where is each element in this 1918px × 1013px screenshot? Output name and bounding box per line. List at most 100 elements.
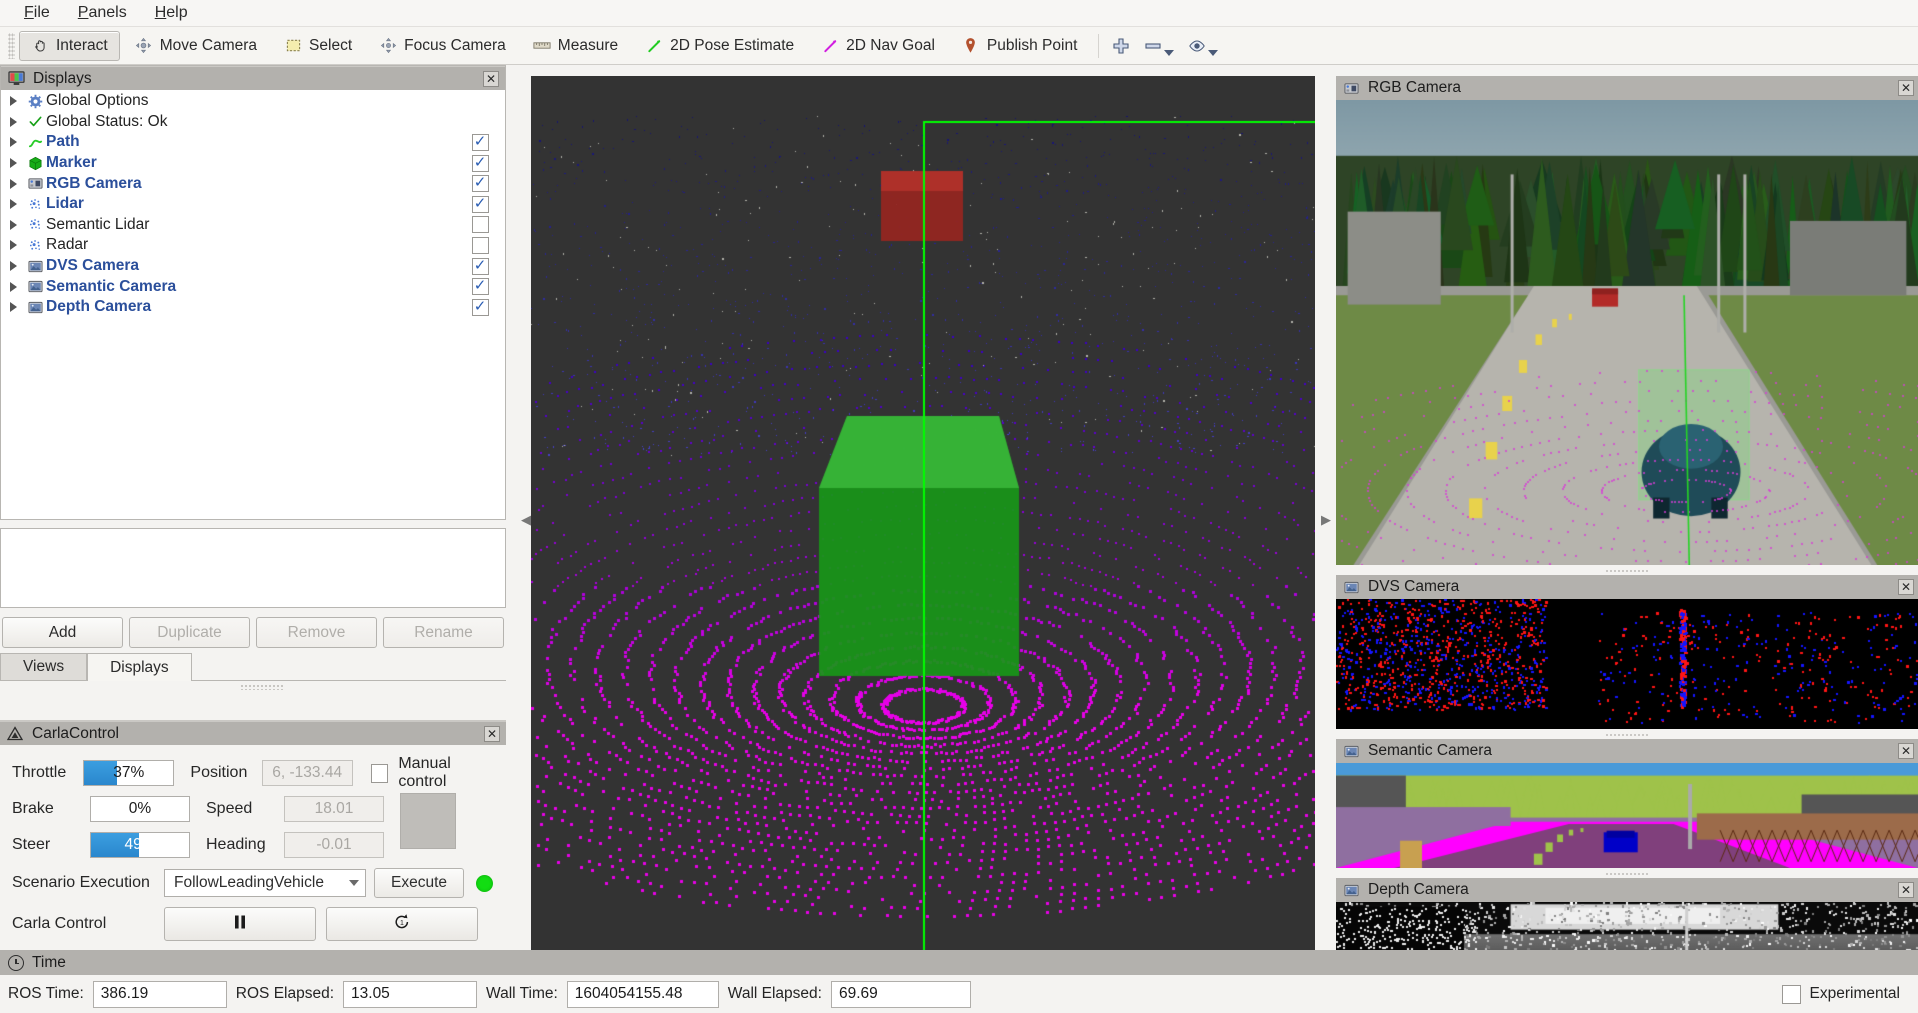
display-item-checkbox-cell[interactable]: ✓ bbox=[456, 298, 504, 316]
display-item-checkbox-cell[interactable]: ✓ bbox=[456, 154, 504, 172]
display-tree-item-lidar[interactable]: Lidar ✓ bbox=[2, 194, 504, 215]
expand-arrow-icon[interactable] bbox=[2, 219, 24, 230]
display-tree-item-global-options[interactable]: Global Options bbox=[2, 91, 504, 112]
pad-cell[interactable] bbox=[428, 821, 455, 848]
display-item-checkbox-cell[interactable]: ✓ bbox=[456, 257, 504, 275]
tool-measure[interactable]: Measure bbox=[521, 31, 630, 61]
camera-title: Semantic Camera bbox=[1368, 742, 1493, 759]
time-field-value[interactable]: 69.69 bbox=[830, 980, 971, 1008]
tool-publish-point[interactable]: Publish Point bbox=[950, 31, 1089, 61]
panel-tab-displays[interactable]: Displays bbox=[87, 653, 192, 681]
property-editor-box[interactable] bbox=[0, 528, 506, 608]
splitter-handle[interactable] bbox=[240, 684, 284, 690]
time-field-value[interactable]: 1604054155.48 bbox=[566, 980, 719, 1008]
expand-arrow-icon[interactable] bbox=[2, 116, 24, 127]
menu-file[interactable]: File bbox=[12, 1, 64, 26]
dock-splitter-handle[interactable] bbox=[1605, 567, 1649, 575]
chevron-down-icon[interactable] bbox=[1164, 49, 1175, 56]
display-item-checkbox-cell[interactable] bbox=[456, 236, 504, 254]
toolbar-grip[interactable] bbox=[8, 32, 15, 59]
close-icon[interactable]: ✕ bbox=[483, 70, 499, 87]
throttle-slider[interactable]: 37% bbox=[83, 760, 175, 786]
pad-cell[interactable] bbox=[401, 821, 428, 848]
expand-arrow-icon[interactable] bbox=[2, 240, 24, 251]
manual-control-checkbox[interactable] bbox=[370, 763, 389, 783]
chevron-down-icon[interactable] bbox=[1208, 49, 1219, 56]
tool-label: 2D Nav Goal bbox=[846, 36, 935, 54]
zoom-in-button[interactable] bbox=[1105, 31, 1137, 61]
panel-tab-views[interactable]: Views bbox=[0, 653, 88, 680]
time-field-label: ROS Time: bbox=[8, 985, 84, 1002]
pad-cell[interactable] bbox=[401, 794, 428, 821]
tool-label: 2D Pose Estimate bbox=[670, 36, 795, 54]
direction-pad[interactable] bbox=[400, 793, 456, 849]
expand-arrow-icon[interactable] bbox=[2, 302, 24, 313]
display-tree-item-semantic-camera[interactable]: Semantic Camera ✓ bbox=[2, 276, 504, 297]
add-button[interactable]: Add bbox=[2, 617, 123, 648]
pause-button[interactable] bbox=[164, 907, 316, 941]
rviz-3d-viewport[interactable] bbox=[531, 76, 1315, 950]
steer-slider[interactable]: 49% bbox=[90, 832, 190, 858]
scenario-select[interactable]: FollowLeadingVehicle bbox=[164, 869, 366, 897]
zoom-out-button[interactable] bbox=[1137, 31, 1181, 61]
pad-cell[interactable] bbox=[428, 794, 455, 821]
expand-arrow-icon[interactable] bbox=[2, 261, 24, 272]
display-enable-checkbox[interactable] bbox=[471, 216, 489, 234]
menu-panels[interactable]: Panels bbox=[66, 1, 141, 26]
experimental-checkbox[interactable] bbox=[1781, 984, 1801, 1004]
close-icon[interactable]: ✕ bbox=[484, 725, 500, 742]
dock-splitter-handle[interactable] bbox=[1605, 731, 1649, 739]
expand-arrow-icon[interactable] bbox=[2, 137, 24, 148]
expand-arrow-icon[interactable] bbox=[2, 158, 24, 169]
close-icon[interactable]: ✕ bbox=[1898, 882, 1914, 898]
close-icon[interactable]: ✕ bbox=[1898, 80, 1914, 96]
display-enable-checkbox[interactable]: ✓ bbox=[471, 278, 489, 296]
display-enable-checkbox[interactable]: ✓ bbox=[471, 133, 489, 151]
experimental-toggle-group: Experimental bbox=[1781, 984, 1910, 1004]
left-splitter-arrow[interactable]: ◀ bbox=[519, 505, 533, 535]
tool-select[interactable]: Select bbox=[272, 31, 364, 61]
display-enable-checkbox[interactable] bbox=[471, 236, 489, 254]
display-tree-item-dvs-camera[interactable]: DVS Camera ✓ bbox=[2, 256, 504, 277]
displays-dock-header: Displays ✕ bbox=[1, 66, 505, 90]
right-splitter-arrow[interactable]: ▶ bbox=[1319, 505, 1333, 535]
expand-arrow-icon[interactable] bbox=[2, 281, 24, 292]
tool-2d-nav-goal[interactable]: 2D Nav Goal bbox=[809, 31, 947, 61]
display-item-checkbox-cell[interactable]: ✓ bbox=[456, 195, 504, 213]
expand-arrow-icon[interactable] bbox=[2, 178, 24, 189]
visibility-button[interactable] bbox=[1181, 31, 1225, 61]
displays-tree[interactable]: Global Options Global Status: Ok Path ✓ Mark… bbox=[2, 91, 504, 518]
tool-move-camera[interactable]: Move Camera bbox=[123, 31, 269, 61]
display-item-checkbox-cell[interactable]: ✓ bbox=[456, 278, 504, 296]
experimental-label: Experimental bbox=[1809, 985, 1900, 1002]
display-enable-checkbox[interactable]: ✓ bbox=[471, 257, 489, 275]
time-field-value[interactable]: 13.05 bbox=[343, 980, 478, 1008]
display-tree-item-depth-camera[interactable]: Depth Camera ✓ bbox=[2, 297, 504, 318]
tool-interact[interactable]: Interact bbox=[19, 30, 120, 61]
display-enable-checkbox[interactable]: ✓ bbox=[471, 298, 489, 316]
display-tree-item-semantic-lidar[interactable]: Semantic Lidar bbox=[2, 215, 504, 236]
display-tree-item-radar[interactable]: Radar bbox=[2, 235, 504, 256]
tool-2d-pose-estimate[interactable]: 2D Pose Estimate bbox=[633, 31, 806, 61]
tool-focus-camera[interactable]: Focus Camera bbox=[367, 31, 518, 61]
display-item-checkbox-cell[interactable] bbox=[456, 216, 504, 234]
display-enable-checkbox[interactable]: ✓ bbox=[471, 195, 489, 213]
display-enable-checkbox[interactable]: ✓ bbox=[471, 175, 489, 193]
expand-arrow-icon[interactable] bbox=[2, 199, 24, 210]
display-tree-item-marker[interactable]: Marker ✓ bbox=[2, 153, 504, 174]
display-tree-item-global-status-ok[interactable]: Global Status: Ok bbox=[2, 112, 504, 133]
display-tree-item-path[interactable]: Path ✓ bbox=[2, 132, 504, 153]
display-item-checkbox-cell[interactable]: ✓ bbox=[456, 175, 504, 193]
close-icon[interactable]: ✕ bbox=[1898, 743, 1914, 759]
step-once-button[interactable]: 1 bbox=[326, 907, 478, 941]
execute-button[interactable]: Execute bbox=[374, 868, 465, 898]
brake-slider[interactable]: 0% bbox=[90, 796, 190, 822]
close-icon[interactable]: ✕ bbox=[1898, 579, 1914, 595]
display-enable-checkbox[interactable]: ✓ bbox=[471, 154, 489, 172]
display-item-checkbox-cell[interactable]: ✓ bbox=[456, 133, 504, 151]
dock-splitter-handle[interactable] bbox=[1605, 870, 1649, 878]
expand-arrow-icon[interactable] bbox=[2, 96, 24, 107]
display-tree-item-rgb-camera[interactable]: RGB Camera ✓ bbox=[2, 173, 504, 194]
time-field-value[interactable]: 386.19 bbox=[92, 980, 227, 1008]
menu-help[interactable]: Help bbox=[143, 1, 202, 26]
